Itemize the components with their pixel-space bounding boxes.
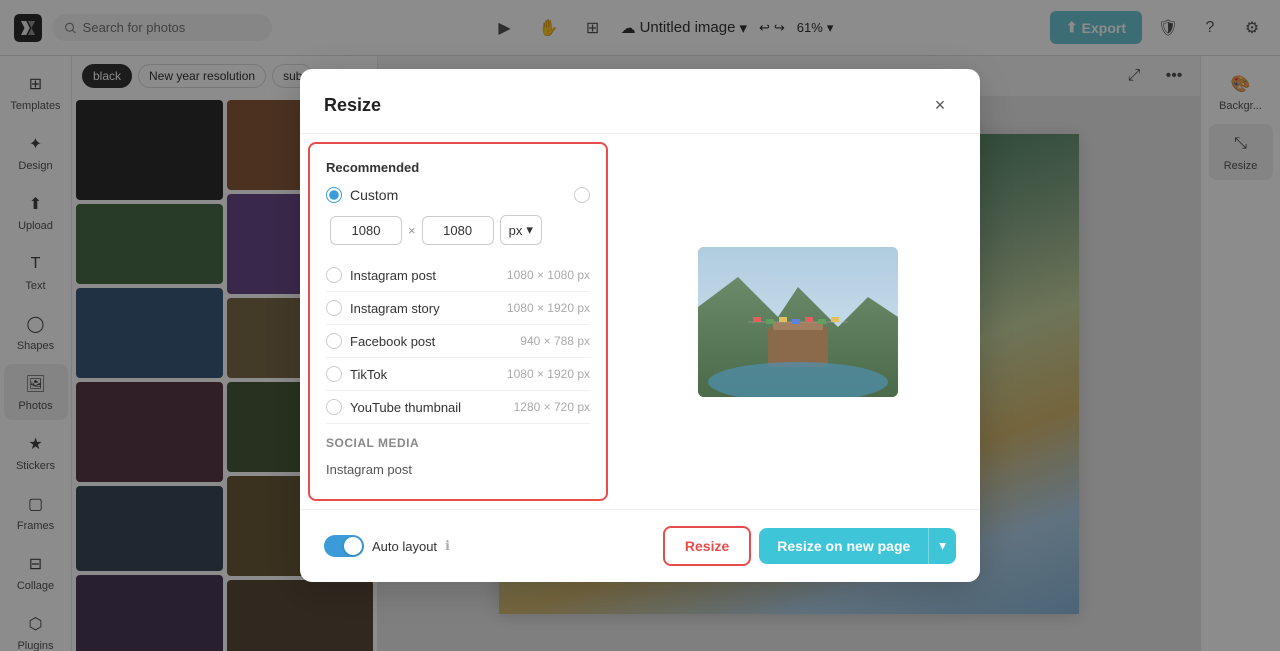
custom-option-secondary-radio[interactable] [574,187,590,203]
preset-name-tiktok: TikTok [350,367,387,382]
preset-radio-instagram-post[interactable] [326,267,342,283]
auto-layout-info-icon[interactable]: ℹ [445,538,450,554]
dimension-inputs: × px ▾ [330,215,590,245]
modal-body: Recommended Custom × px ▾ [300,134,980,509]
preset-instagram-story[interactable]: Instagram story 1080 × 1920 px [326,292,590,325]
modal-left-panel: Recommended Custom × px ▾ [308,142,608,501]
preset-name-facebook-post: Facebook post [350,334,435,349]
preset-dims-instagram-story: 1080 × 1920 px [507,301,590,315]
modal-overlay: Resize × Recommended Custom × [0,0,1280,651]
preset-radio-instagram-story[interactable] [326,300,342,316]
modal-title: Resize [324,95,381,116]
preset-radio-facebook-post[interactable] [326,333,342,349]
preset-facebook-post[interactable]: Facebook post 940 × 788 px [326,325,590,358]
preset-instagram-post[interactable]: Instagram post 1080 × 1080 px [326,259,590,292]
custom-option[interactable]: Custom [326,187,590,203]
dim-separator: × [408,223,416,238]
auto-layout-switch[interactable] [324,535,364,557]
preset-dims-facebook-post: 940 × 788 px [520,334,590,348]
modal-header: Resize × [300,69,980,134]
resize-modal: Resize × Recommended Custom × [300,69,980,582]
preset-youtube-thumbnail[interactable]: YouTube thumbnail 1280 × 720 px [326,391,590,424]
resize-button[interactable]: Resize [663,526,751,566]
unit-select[interactable]: px ▾ [500,215,542,245]
auto-layout-toggle: Auto layout ℹ [324,535,450,557]
modal-close-button[interactable]: × [924,89,956,121]
preset-name-instagram-story: Instagram story [350,301,440,316]
toggle-knob [344,537,362,555]
modal-footer: Auto layout ℹ Resize Resize on new page … [300,509,980,582]
custom-radio[interactable] [326,187,342,203]
preset-tiktok[interactable]: TikTok 1080 × 1920 px [326,358,590,391]
recommended-label: Recommended [326,160,590,175]
preset-name-instagram-post: Instagram post [350,268,436,283]
unit-chevron: ▾ [526,222,533,238]
preset-dims-youtube-thumbnail: 1280 × 720 px [514,400,590,414]
preset-dims-tiktok: 1080 × 1920 px [507,367,590,381]
width-input[interactable] [330,216,402,245]
modal-right-panel [616,134,980,509]
social-item-instagram[interactable]: Instagram post [326,456,590,483]
auto-layout-label: Auto layout [372,539,437,554]
resize-new-page-dropdown[interactable]: ▾ [928,528,956,564]
social-media-label: Social media [326,436,590,450]
height-input[interactable] [422,216,494,245]
footer-actions: Resize Resize on new page ▾ [663,526,956,566]
dropdown-chevron-icon: ▾ [939,538,946,554]
resize-new-page-button[interactable]: Resize on new page [759,528,928,564]
preset-name-youtube-thumbnail: YouTube thumbnail [350,400,461,415]
preset-radio-tiktok[interactable] [326,366,342,382]
preset-radio-youtube-thumbnail[interactable] [326,399,342,415]
preset-dims-instagram-post: 1080 × 1080 px [507,268,590,282]
preview-image [698,247,898,397]
resize-new-group: Resize on new page ▾ [759,528,956,564]
